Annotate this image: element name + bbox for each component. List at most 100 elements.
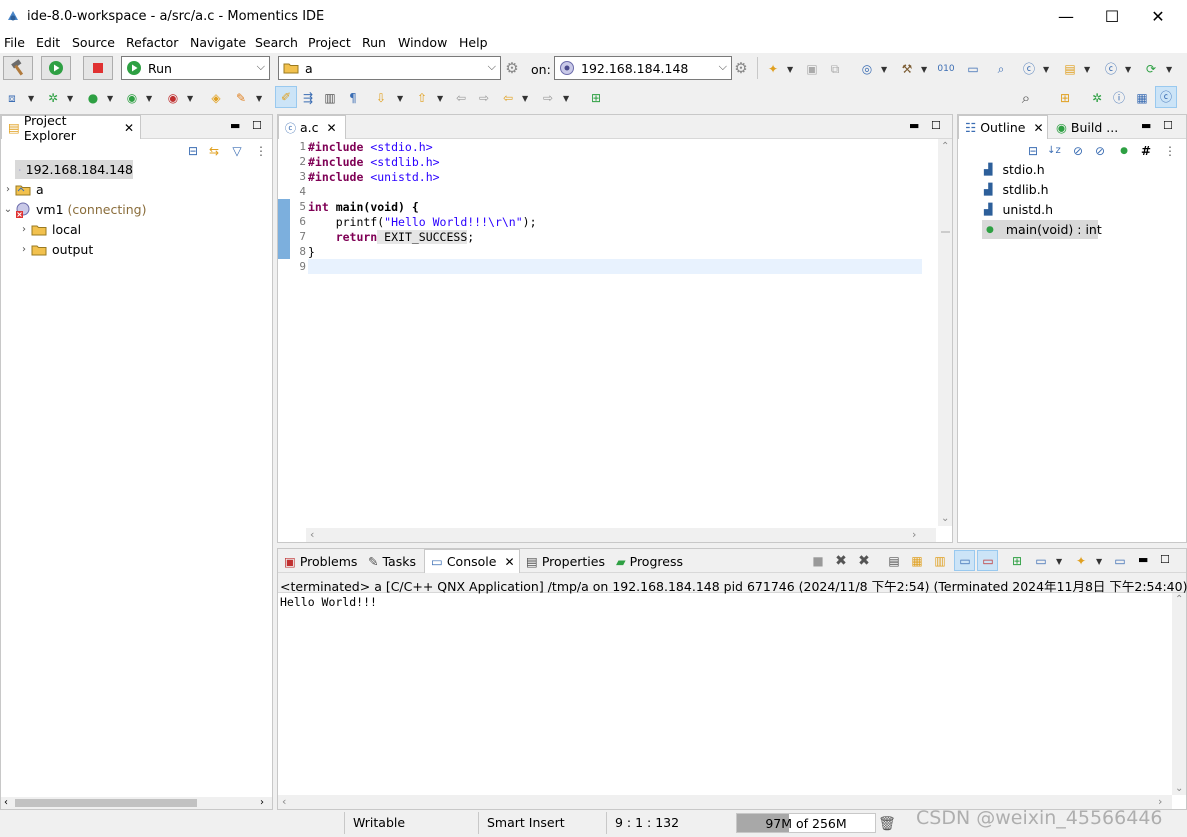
chevron-down-icon[interactable]: ▼ [187, 94, 193, 103]
remove-all-icon[interactable]: ✖ [856, 553, 872, 569]
tree-item-output[interactable]: › output [17, 240, 93, 259]
toggle-breadcrumb-icon[interactable]: ⇶ [300, 90, 316, 106]
chevron-down-icon[interactable]: ▼ [107, 94, 113, 103]
close-button[interactable]: ✕ [1135, 0, 1181, 33]
outline-item-include[interactable]: ▟ stdio.h [984, 160, 1045, 179]
chevron-down-icon[interactable]: ▼ [397, 94, 403, 103]
collapse-all-icon[interactable]: ⊟ [1025, 143, 1041, 159]
new-folder-icon[interactable]: ▤ [1062, 61, 1078, 77]
scroll-right-icon[interactable]: › [912, 528, 916, 541]
code-line[interactable]: return EXIT_SUCCESS; [308, 230, 474, 244]
close-icon[interactable]: ✕ [504, 555, 514, 569]
launch-config-select[interactable]: a ⌵ [278, 56, 501, 80]
last-edit-icon[interactable]: ⇦ [453, 90, 469, 106]
chevron-right-icon[interactable]: › [17, 224, 31, 235]
hide-nonpublic-icon[interactable]: ● [1116, 143, 1132, 159]
code-line[interactable]: int main(void) { [308, 200, 419, 214]
tab-a-c[interactable]: ⓒ a.c ✕ [278, 115, 346, 139]
menu-help[interactable]: Help [459, 35, 488, 50]
chevron-down-icon[interactable]: ▼ [437, 94, 443, 103]
cpp-perspective-toggle[interactable]: ⓒ [1155, 86, 1177, 108]
menu-refactor[interactable]: Refactor [126, 35, 178, 50]
gear-icon[interactable]: ⚙ [504, 60, 520, 76]
hide-macros-icon[interactable]: # [1138, 143, 1154, 159]
menu-window[interactable]: Window [398, 35, 447, 50]
outline-item-function[interactable]: ● main(void) : int [982, 220, 1102, 239]
chevron-down-icon[interactable]: ▼ [1084, 65, 1090, 74]
minimize-view-icon[interactable]: ▬ [909, 119, 919, 132]
save-all-icon[interactable]: ⧉ [827, 61, 843, 77]
scrollbar-thumb[interactable] [15, 799, 197, 807]
refresh-icon[interactable]: ⟳ [1143, 61, 1159, 77]
close-icon[interactable]: ✕ [124, 121, 134, 135]
search-icon[interactable]: ⌕ [1018, 90, 1034, 106]
back-icon[interactable]: ⇦ [500, 90, 516, 106]
close-icon[interactable]: ✕ [1033, 121, 1043, 135]
maximize-view-icon[interactable]: ☐ [252, 119, 262, 132]
terminal-icon[interactable]: ▭ [965, 61, 981, 77]
globe-icon[interactable]: ◎ [859, 61, 875, 77]
code-line[interactable]: #include <unistd.h> [308, 170, 440, 184]
chevron-down-icon[interactable]: ▼ [921, 65, 927, 74]
scroll-left-icon[interactable]: ‹ [310, 528, 314, 541]
scroll-down-icon[interactable]: ⌄ [1175, 783, 1183, 794]
scroll-left-icon[interactable]: ‹ [4, 797, 8, 808]
block-selection-icon[interactable]: ▥ [322, 90, 338, 106]
debug-icon[interactable]: ✲ [45, 90, 61, 106]
target-navigator-icon[interactable]: ⧈ [4, 90, 20, 106]
sort-icon[interactable]: ↓z [1046, 143, 1062, 159]
search-ref-icon[interactable]: ⌕ [993, 61, 1009, 77]
new-c-project-icon[interactable]: ⓒ [1021, 61, 1037, 77]
editor-horizontal-scrollbar[interactable]: ‹ › [306, 528, 936, 542]
menu-run[interactable]: Run [362, 35, 386, 50]
menu-search[interactable]: Search [255, 35, 298, 50]
scrollbar-thumb[interactable] [941, 231, 950, 233]
chevron-right-icon[interactable]: › [17, 244, 31, 255]
display-console-icon[interactable]: ▭ [1033, 553, 1049, 569]
run-icon[interactable]: ● [85, 90, 101, 106]
chevron-down-icon[interactable]: ▼ [787, 65, 793, 74]
tab-console[interactable]: ▭ Console ✕ [424, 549, 520, 573]
chevron-right-icon[interactable]: › [1, 184, 15, 195]
tab-problems[interactable]: ▣ Problems [278, 549, 362, 573]
next-annotation-icon[interactable]: ⇩ [373, 90, 389, 106]
garbage-collect-icon[interactable]: 🗑 [878, 816, 896, 832]
code-line[interactable]: printf("Hello World!!!\r\n"); [308, 215, 537, 229]
maximize-button[interactable]: ☐ [1089, 0, 1135, 33]
stop-button[interactable] [83, 56, 113, 80]
minimize-view-icon[interactable]: ▬ [230, 119, 240, 132]
tree-item-local[interactable]: › local [17, 220, 81, 239]
maximize-view-icon[interactable]: ☐ [1163, 119, 1173, 132]
open-perspective-icon[interactable]: ⊞ [1057, 90, 1073, 106]
launch-target-select[interactable]: 192.168.184.148 ⌵ [554, 56, 732, 80]
code-line[interactable]: #include <stdlib.h> [308, 155, 440, 169]
minimize-button[interactable]: — [1043, 0, 1089, 33]
view-menu-icon[interactable]: ⋮ [1162, 143, 1178, 159]
launch-mode-select[interactable]: Run ⌵ [121, 56, 270, 80]
open-task-icon[interactable]: ✎ [233, 90, 249, 106]
scroll-up-icon[interactable]: ⌃ [941, 141, 949, 152]
tab-tasks[interactable]: ✎ Tasks [362, 549, 424, 573]
tree-item-target[interactable]: 192.168.184.148 [15, 160, 133, 179]
scroll-up-icon[interactable]: ⌃ [1175, 594, 1183, 605]
chevron-down-icon[interactable]: ▼ [522, 94, 528, 103]
build-target-icon[interactable]: ⚒ [899, 61, 915, 77]
menu-project[interactable]: Project [308, 35, 351, 50]
forward-icon[interactable]: ⇨ [540, 90, 556, 106]
tab-build-targets[interactable]: ◉ Build ... [1050, 115, 1130, 139]
prev-annotation-icon[interactable]: ⇧ [414, 90, 430, 106]
chevron-down-icon[interactable]: ▼ [256, 94, 262, 103]
heap-status[interactable]: 97M of 256M [736, 813, 876, 833]
minimize-view-icon[interactable]: ▬ [1141, 119, 1151, 132]
show-on-stdout-toggle[interactable]: ▭ [954, 550, 975, 571]
chevron-down-icon[interactable]: ▼ [1043, 65, 1049, 74]
chevron-down-icon[interactable]: ▼ [67, 94, 73, 103]
chevron-down-icon[interactable]: ▼ [28, 94, 34, 103]
menu-navigate[interactable]: Navigate [190, 35, 246, 50]
scroll-right-icon[interactable]: › [260, 797, 264, 808]
chevron-down-icon[interactable]: ▼ [1166, 65, 1172, 74]
clear-console-icon[interactable]: ▤ [886, 553, 902, 569]
terminate-icon[interactable]: ■ [810, 553, 826, 569]
tab-project-explorer[interactable]: ▤ Project Explorer ✕ [1, 113, 141, 143]
coverage-icon[interactable]: ◉ [165, 90, 181, 106]
